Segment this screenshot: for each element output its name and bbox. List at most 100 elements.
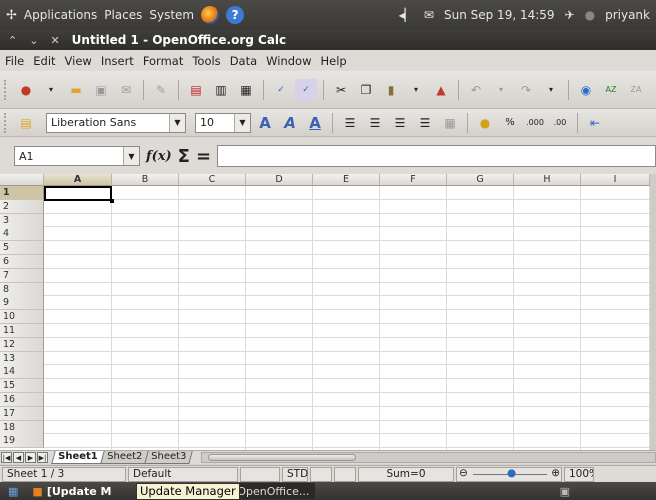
window-menu-down-icon[interactable]: ⌄ [29, 34, 38, 47]
column-header-f[interactable]: F [380, 174, 447, 186]
row-header-17[interactable]: 17 [0, 406, 44, 421]
last-sheet-icon[interactable]: ▶| [37, 452, 48, 463]
row-header-10[interactable]: 10 [0, 310, 44, 325]
font-name-combo[interactable]: Liberation Sans ▼ [46, 112, 186, 133]
print-icon[interactable]: ▥ [210, 79, 232, 101]
redo-icon[interactable]: ↷ [515, 79, 537, 101]
column-header-d[interactable]: D [246, 174, 313, 186]
sort-descending-icon[interactable]: ZA [625, 79, 647, 101]
toolbar-grip[interactable] [4, 112, 8, 133]
styles-icon[interactable]: ▤ [15, 112, 37, 134]
selection-mode[interactable]: STD [282, 466, 308, 482]
applications-menu[interactable]: Applications [24, 8, 97, 22]
firefox-icon[interactable] [201, 6, 220, 24]
column-header-e[interactable]: E [313, 174, 380, 186]
hyperlink-icon[interactable]: ◉ [575, 79, 597, 101]
function-icon[interactable]: = [196, 146, 211, 167]
name-box[interactable]: A1 ▼ [14, 146, 140, 166]
percent-icon[interactable]: % [499, 112, 521, 134]
help-icon[interactable]: ? [226, 6, 245, 24]
function-wizard-icon[interactable]: f(x) [146, 149, 172, 164]
menu-window[interactable]: Window [266, 54, 311, 68]
tab-sheet1[interactable]: Sheet1 [51, 451, 105, 464]
open-folder-icon[interactable]: ▬ [65, 79, 87, 101]
horizontal-scrollbar[interactable] [201, 452, 656, 463]
show-desktop-icon[interactable]: ▦ [2, 483, 24, 499]
vertical-scrollbar[interactable] [650, 174, 656, 450]
dropdown-arrow-icon[interactable]: ▾ [490, 79, 512, 101]
new-document-icon[interactable]: ● [15, 79, 37, 101]
network-icon[interactable]: ✈ [565, 8, 575, 22]
first-sheet-icon[interactable]: |◀ [1, 452, 12, 463]
font-size-combo[interactable]: 10 ▼ [195, 112, 251, 133]
justify-icon[interactable]: ☰ [414, 112, 436, 134]
sum-icon[interactable]: Σ [178, 146, 190, 167]
places-menu[interactable]: Places [104, 8, 142, 22]
align-right-icon[interactable]: ☰ [389, 112, 411, 134]
delete-decimal-icon[interactable]: .00 [549, 112, 571, 134]
menu-tools[interactable]: Tools [192, 54, 220, 68]
edit-file-icon[interactable]: ✎ [150, 79, 172, 101]
dropdown-arrow-icon[interactable]: ▾ [540, 79, 562, 101]
row-header-2[interactable]: 2 [0, 199, 44, 214]
menu-help[interactable]: Help [321, 54, 347, 68]
spellcheck-icon[interactable]: ✓ [270, 79, 292, 101]
email-icon[interactable]: ✉ [115, 79, 137, 101]
column-header-i[interactable]: I [581, 174, 650, 186]
column-header-c[interactable]: C [179, 174, 246, 186]
formula-input[interactable] [217, 145, 656, 167]
tab-sheet2[interactable]: Sheet2 [99, 451, 149, 464]
row-header-4[interactable]: 4 [0, 227, 44, 242]
dropdown-arrow-icon[interactable]: ▾ [405, 79, 427, 101]
dropdown-arrow-icon[interactable]: ▾ [40, 79, 62, 101]
undo-icon[interactable]: ↶ [465, 79, 487, 101]
row-header-14[interactable]: 14 [0, 365, 44, 380]
zoom-thumb[interactable]: ● [507, 467, 516, 480]
chevron-down-icon[interactable]: ▼ [169, 113, 185, 132]
mail-icon[interactable]: ✉ [424, 8, 434, 22]
align-center-icon[interactable]: ☰ [364, 112, 386, 134]
menu-data[interactable]: Data [230, 54, 257, 68]
format-paintbrush-icon[interactable]: ▲ [430, 79, 452, 101]
row-header-6[interactable]: 6 [0, 255, 44, 269]
column-header-h[interactable]: H [514, 174, 581, 186]
spreadsheet-grid[interactable]: ABCDEFGHI 1 2 3 4 5 6 7 8 9 10 11 12 13 14 15 16 17 18 19 [0, 174, 656, 450]
menu-insert[interactable]: Insert [101, 54, 134, 68]
clock[interactable]: Sun Sep 19, 14:59 [444, 8, 555, 22]
volume-icon[interactable]: ◂▏ [399, 8, 414, 22]
active-cell-a1[interactable] [44, 186, 114, 203]
merge-cells-icon[interactable]: ▦ [439, 112, 461, 134]
export-pdf-icon[interactable]: ▤ [185, 79, 207, 101]
prev-sheet-icon[interactable]: ◀ [13, 452, 24, 463]
decrease-indent-icon[interactable]: ⇤ [584, 112, 606, 134]
user-menu[interactable]: priyank [605, 8, 650, 22]
system-menu[interactable]: System [149, 8, 194, 22]
bold-icon[interactable]: A [254, 112, 276, 134]
italic-icon[interactable]: A [279, 112, 301, 134]
menu-view[interactable]: View [65, 54, 92, 68]
save-icon[interactable]: ▣ [90, 79, 112, 101]
taskbar-update-manager[interactable]: ■ [Update M [26, 483, 126, 499]
sort-ascending-icon[interactable]: AZ [600, 79, 622, 101]
chevron-down-icon[interactable]: ▼ [123, 147, 139, 165]
zoom-in-icon[interactable]: ⊕ [551, 467, 560, 480]
gnome-foot-icon[interactable]: ✢ [6, 8, 17, 23]
print-preview-icon[interactable]: ▦ [235, 79, 257, 101]
add-decimal-icon[interactable]: .000 [524, 112, 546, 134]
row-header-5[interactable]: 5 [0, 241, 44, 256]
row-header-11[interactable]: 11 [0, 324, 44, 338]
row-header-3[interactable]: 3 [0, 213, 44, 228]
row-header-13[interactable]: 13 [0, 351, 44, 366]
toolbar-grip[interactable] [4, 79, 8, 100]
column-header-b[interactable]: B [112, 174, 179, 186]
zoom-level[interactable]: 100% [564, 466, 594, 482]
page-style[interactable]: Default [128, 466, 238, 482]
scroll-thumb[interactable] [208, 454, 357, 461]
row-header-15[interactable]: 15 [0, 379, 44, 394]
currency-icon[interactable]: ● [474, 112, 496, 134]
select-all-corner[interactable] [0, 174, 44, 186]
align-left-icon[interactable]: ☰ [339, 112, 361, 134]
menu-format[interactable]: Format [143, 54, 184, 68]
menu-edit[interactable]: Edit [33, 54, 55, 68]
row-header-19[interactable]: 19 [0, 434, 44, 449]
